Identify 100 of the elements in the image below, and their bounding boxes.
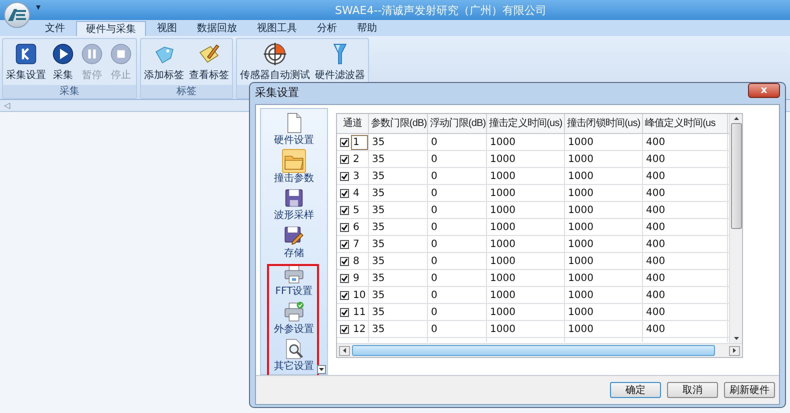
table-cell[interactable]: 9: [351, 271, 368, 286]
table-cell-text: 1000: [489, 323, 516, 337]
ribbon-tab[interactable]: 视图工具: [248, 21, 306, 36]
table-cell-text: 0: [430, 238, 438, 252]
table-cell-text: 35: [371, 306, 385, 320]
table-cell[interactable]: 1: [351, 135, 368, 150]
table-cell-text: 1000: [567, 238, 594, 252]
ribbon-tab[interactable]: 分析: [308, 21, 346, 36]
table-cell-text: 1000: [489, 255, 516, 269]
ribbon-button[interactable]: 添加标签: [142, 39, 186, 85]
table-cell-text: 0: [430, 272, 438, 286]
table-cell[interactable]: 6: [351, 220, 368, 235]
table-cell-text: 400: [645, 306, 666, 320]
table-cell[interactable]: 8: [351, 254, 368, 269]
table-cell-text: 0: [430, 204, 438, 218]
table-cell-text: 35: [371, 221, 385, 235]
table-cell-text: 1000: [567, 204, 594, 218]
table-cell-text: 0: [430, 153, 438, 167]
ribbon-tab[interactable]: 视图: [148, 21, 186, 36]
table-cell[interactable]: 11: [351, 305, 368, 320]
dialog-button[interactable]: 确定: [610, 382, 661, 398]
table-cell-text: 1000: [567, 255, 594, 269]
table-cell-text: 400: [645, 136, 666, 150]
table-cell-text: 0: [430, 136, 438, 150]
column-header[interactable]: 撞击定义时间(us): [487, 114, 565, 133]
table-cell-text: 0: [430, 221, 438, 235]
table-cell-text: 35: [371, 136, 385, 150]
table-cell-text: 1000: [489, 153, 516, 167]
column-header[interactable]: 浮动门限(dB): [428, 114, 487, 133]
table-cell-text: 35: [371, 272, 385, 286]
table-cell-text: 0: [430, 306, 438, 320]
ribbon-button[interactable]: 查看标签: [187, 39, 231, 85]
window-title: SWAE4--清诚声发射研究（广州）有限公司: [335, 3, 547, 19]
nav-item[interactable]: 硬件设置: [263, 110, 325, 148]
table-cell-text: 1000: [489, 221, 516, 235]
dialog-button[interactable]: 取消: [667, 382, 718, 398]
table-cell-text: 400: [645, 255, 666, 269]
table-cell-text: 1000: [489, 170, 516, 184]
table-cell[interactable]: 10: [351, 288, 368, 303]
table-cell[interactable]: 5: [351, 203, 368, 218]
table-cell-text: 1000: [567, 170, 594, 184]
table-cell-text: 0: [430, 255, 438, 269]
column-header[interactable]: 通道: [337, 114, 369, 133]
ribbon-tab[interactable]: 硬件与采集: [76, 21, 146, 36]
table-cell-text: 1000: [489, 306, 516, 320]
table-cell-text: 1000: [567, 289, 594, 303]
table-cell[interactable]: 4: [351, 186, 368, 201]
table-cell-text: 1000: [489, 272, 516, 286]
table-cell-text: 1000: [489, 204, 516, 218]
ribbon-group-label: 采集: [3, 85, 136, 98]
nav-item[interactable]: FFT设置: [263, 260, 325, 299]
column-header[interactable]: 撞击闭锁时间(us): [565, 114, 643, 133]
table-cell-text: 400: [645, 323, 666, 337]
column-header[interactable]: 峰值定义时间(us: [643, 114, 728, 133]
ribbon-tab[interactable]: 文件: [36, 21, 74, 36]
table-cell-text: 1000: [567, 136, 594, 150]
table-cell-text: 400: [645, 204, 666, 218]
table-cell-text: 400: [645, 289, 666, 303]
nav-item[interactable]: 波形采样: [263, 185, 325, 224]
ribbon-button[interactable]: 采集设置: [4, 39, 48, 85]
table-cell[interactable]: 12: [351, 322, 368, 337]
table-cell-text: 1000: [567, 306, 594, 320]
nav-item[interactable]: 外参设置: [263, 298, 325, 336]
table-cell-text: 1000: [489, 187, 516, 201]
table-cell[interactable]: 3: [351, 169, 368, 184]
table-cell-text: 400: [645, 187, 666, 201]
collapse-toggle[interactable]: ◁: [4, 102, 10, 110]
table-cell-text: 400: [645, 153, 666, 167]
ribbon-group-label: 标签: [141, 85, 232, 98]
nav-item[interactable]: 存储: [263, 223, 325, 261]
column-header[interactable]: 参数门限(dB): [369, 114, 428, 133]
table-cell[interactable]: 2: [351, 152, 368, 167]
table-cell-text: 1000: [567, 187, 594, 201]
table-cell-text: 1000: [489, 238, 516, 252]
table-cell-text: 1000: [567, 323, 594, 337]
table-cell-text: 0: [430, 170, 438, 184]
table-cell-text: 1000: [489, 289, 516, 303]
table-cell-text: 35: [371, 204, 385, 218]
quick-access-menu[interactable]: ▾: [36, 2, 41, 16]
table-cell-text: 35: [371, 153, 385, 167]
table-cell-text: 400: [645, 272, 666, 286]
ribbon-button[interactable]: 采集: [49, 39, 77, 85]
ribbon-button[interactable]: 硬件滤波器: [313, 39, 367, 85]
table-cell[interactable]: 7: [351, 237, 368, 252]
table-cell-text: 35: [371, 255, 385, 269]
table-cell-text: 1000: [567, 221, 594, 235]
ribbon-tab[interactable]: 帮助: [348, 21, 386, 36]
table-cell-text: 35: [371, 187, 385, 201]
table-cell-text: 400: [645, 170, 666, 184]
nav-item[interactable]: 撞击参数: [263, 148, 325, 186]
table-cell-text: 35: [371, 238, 385, 252]
table-cell-text: 35: [371, 323, 385, 337]
dialog-title: 采集设置: [255, 85, 299, 102]
table-cell-text: 1000: [489, 136, 516, 150]
table-cell-text: 400: [645, 221, 666, 235]
table-cell-text: 1000: [567, 272, 594, 286]
table-cell-text: 35: [371, 170, 385, 184]
dialog-button[interactable]: 刷新硬件: [724, 382, 775, 398]
ribbon-tab[interactable]: 数据回放: [188, 21, 246, 36]
table-cell-text: 35: [371, 289, 385, 303]
